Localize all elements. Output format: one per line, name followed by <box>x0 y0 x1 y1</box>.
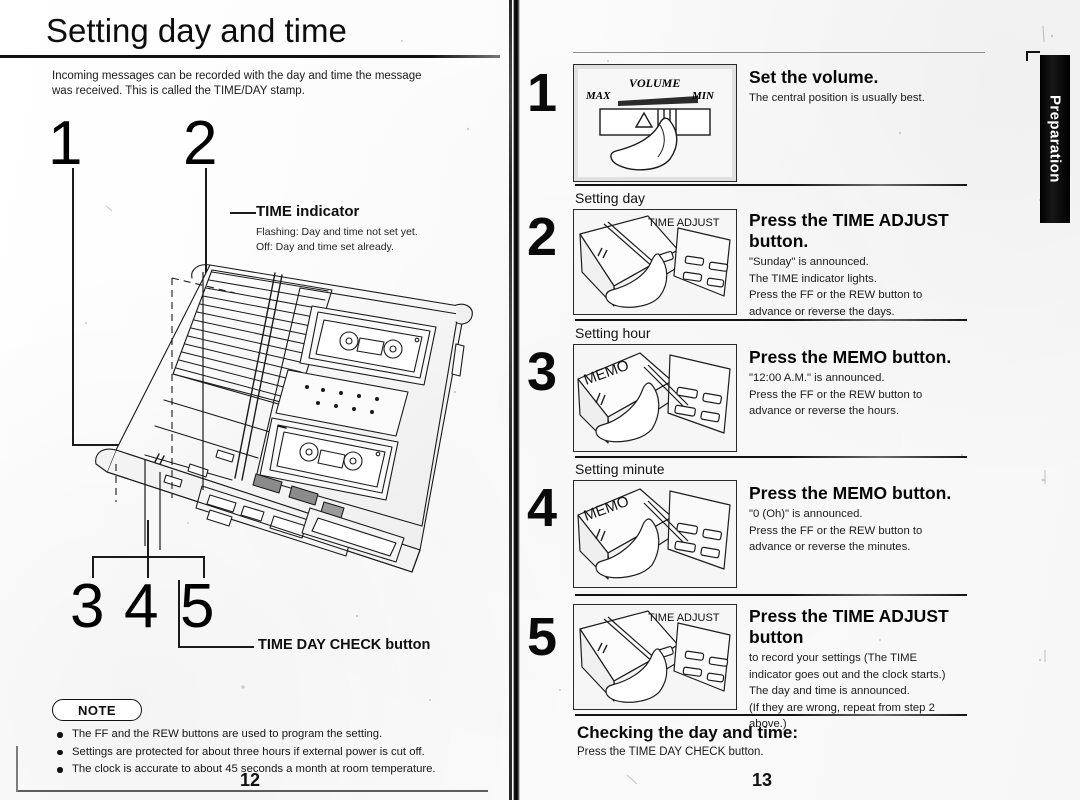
time-day-check-label: TIME DAY CHECK button <box>258 637 431 653</box>
scan-edge-bottom <box>18 790 488 792</box>
step-2-title: Press the TIME ADJUST button. <box>749 210 949 251</box>
callout-tick-4 <box>147 556 149 578</box>
step-5-title: Press the TIME ADJUST button <box>749 606 949 647</box>
step-4-title: Press the MEMO button. <box>749 483 952 503</box>
step-1-thumbnail: VOLUME MAX MIN <box>573 64 737 182</box>
svg-text:TIME ADJUST: TIME ADJUST <box>648 612 720 624</box>
time-day-check-leader-horizontal <box>178 646 254 648</box>
divider-after-step-3 <box>575 456 967 458</box>
time-indicator-leader <box>230 212 256 214</box>
step-2-body: "Sunday" is announced. The TIME indicato… <box>749 256 923 318</box>
svg-text:VOLUME: VOLUME <box>629 76 680 90</box>
note-item: The FF and the REW buttons are used to p… <box>52 726 492 744</box>
svg-text:TIME ADJUST: TIME ADJUST <box>648 217 720 229</box>
step-number-2: 2 <box>527 207 558 267</box>
section-label-setting-hour: Setting hour <box>575 325 651 341</box>
step-3-body: "12:00 A.M." is announced. Press the FF … <box>749 372 923 417</box>
step-5-body: to record your settings (The TIME indica… <box>749 652 946 730</box>
step-3-thumbnail: MEMO <box>573 344 737 452</box>
step-1-body: The central position is usually best. <box>749 92 925 104</box>
svg-text:MIN: MIN <box>691 90 715 102</box>
section-tab-preparation: Preparation <box>1040 55 1070 223</box>
section-label-setting-day: Setting day <box>575 190 646 206</box>
divider-after-step-2 <box>575 319 967 321</box>
step-4-body: "0 (Oh)" is announced. Press the FF or t… <box>749 508 923 553</box>
right-page: Preparation 1 VOLUME MAX MIN Set the vol… <box>521 0 1080 800</box>
step-number-1: 1 <box>527 63 558 123</box>
callout-bracket-stem <box>147 520 149 558</box>
right-page-top-rule <box>573 52 985 54</box>
callout-number-2: 2 <box>183 109 218 178</box>
checking-section-body: Press the TIME DAY CHECK button. <box>577 746 764 758</box>
checking-section-title: Checking the day and time: <box>577 723 799 742</box>
tab-hook-corner <box>1026 51 1028 61</box>
answering-machine-illustration <box>60 250 480 580</box>
scanned-manual-spread: Setting day and time Incoming messages c… <box>0 0 1080 800</box>
note-item: The clock is accurate to about 45 second… <box>52 761 492 779</box>
section-tab-label: Preparation <box>1046 95 1064 183</box>
step-5-thumbnail: TIME ADJUST <box>573 604 737 710</box>
divider-after-step-4 <box>575 594 967 596</box>
step-3-title: Press the MEMO button. <box>749 347 952 367</box>
step-number-3: 3 <box>527 342 558 402</box>
divider-after-step-1 <box>575 184 967 186</box>
time-day-check-leader-vertical <box>178 580 180 648</box>
page-title: Setting day and time <box>46 12 347 49</box>
tab-hook <box>1026 51 1040 53</box>
step-number-5: 5 <box>527 607 558 667</box>
title-divider <box>0 55 500 58</box>
note-item: Settings are protected for about three h… <box>52 744 492 762</box>
page-number-right: 13 <box>752 770 773 790</box>
callout-number-1: 1 <box>48 109 83 178</box>
note-list: The FF and the REW buttons are used to p… <box>52 726 492 779</box>
book-spine-shadow <box>509 0 512 800</box>
note-badge: NOTE <box>52 699 142 721</box>
callout-tick-5 <box>203 556 205 578</box>
intro-paragraph: Incoming messages can be recorded with t… <box>52 70 422 97</box>
step-1-title: Set the volume. <box>749 67 879 87</box>
callout-number-3: 3 <box>70 572 105 641</box>
time-indicator-label: TIME indicator <box>256 203 360 220</box>
time-indicator-flashing: Flashing: Day and time not set yet. <box>256 226 418 238</box>
step-4-thumbnail: MEMO <box>573 480 737 588</box>
book-spine <box>513 0 520 800</box>
callout-tick-3 <box>92 556 94 578</box>
step-number-4: 4 <box>527 478 558 538</box>
svg-text:MAX: MAX <box>585 90 611 102</box>
divider-after-step-5 <box>575 714 967 716</box>
callout-number-5: 5 <box>180 572 215 641</box>
scan-edge-left <box>16 746 18 792</box>
callout-number-4: 4 <box>124 572 159 641</box>
page-number-left: 12 <box>240 770 261 790</box>
step-2-thumbnail: TIME ADJUST <box>573 209 737 315</box>
left-page: Setting day and time Incoming messages c… <box>0 0 505 800</box>
section-label-setting-minute: Setting minute <box>575 461 665 477</box>
